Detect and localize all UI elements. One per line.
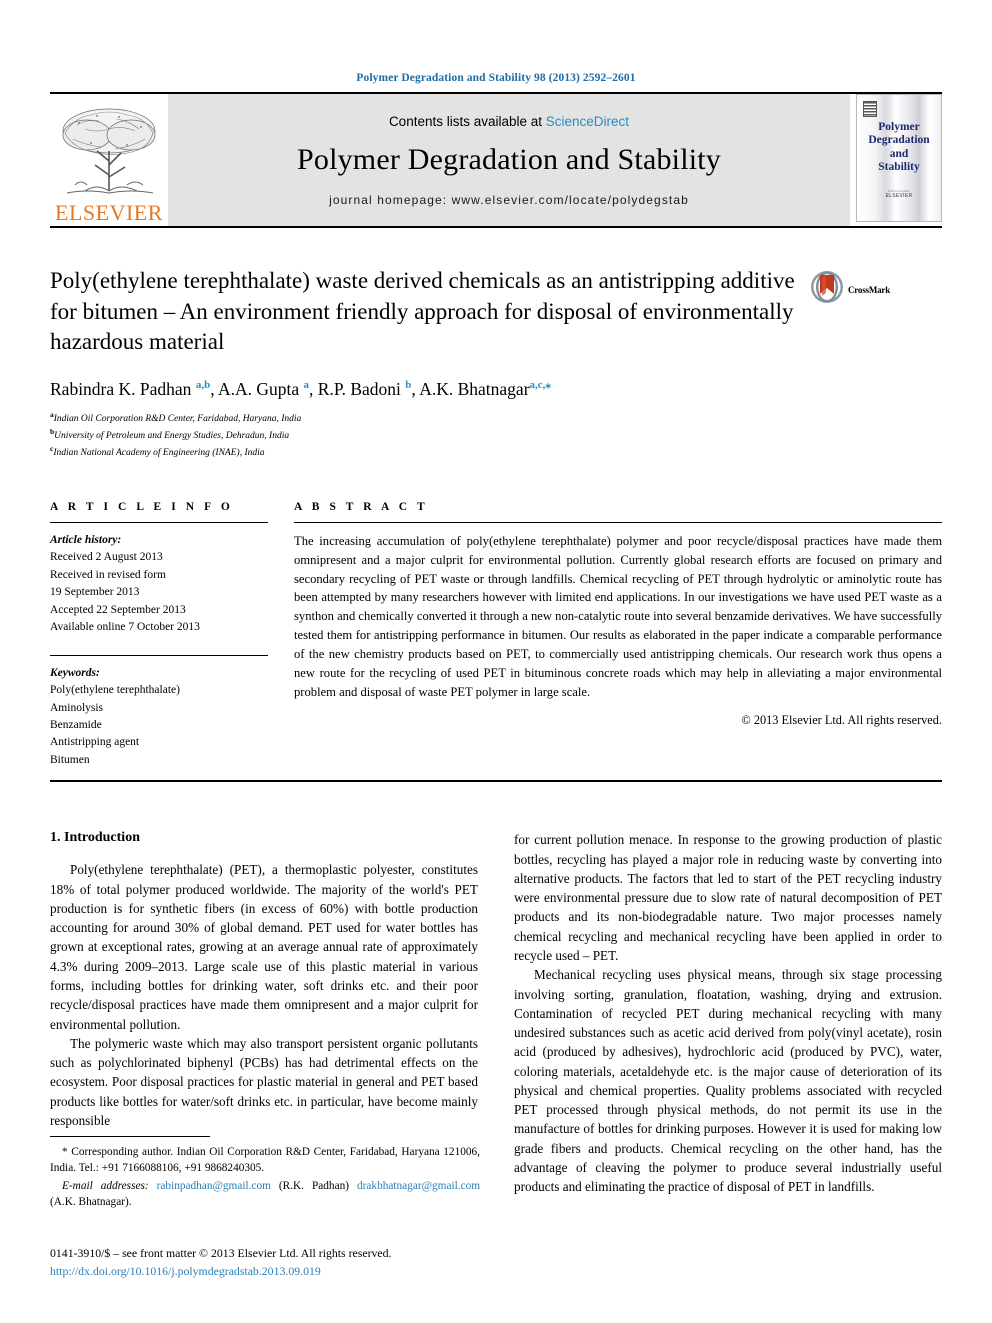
- affiliation-list: aIndian Oil Corporation R&D Center, Fari…: [50, 409, 942, 461]
- elsevier-wordmark: ELSEVIER: [55, 200, 163, 225]
- keywords-rule-top: [50, 654, 268, 656]
- cover-title-line-3: and: [889, 147, 909, 160]
- email-link-bhatnagar[interactable]: drakbhatnagar@gmail.com: [357, 1180, 480, 1192]
- abstract-copyright: © 2013 Elsevier Ltd. All rights reserved…: [741, 712, 942, 727]
- footnote-rule: [50, 1136, 210, 1137]
- affiliation-item: bUniversity of Petroleum and Energy Stud…: [50, 426, 290, 442]
- email-addresses-label: E-mail addresses:: [62, 1180, 149, 1193]
- abstract-heading: A B S T R A C T: [294, 500, 429, 513]
- article-page: Polymer Degradation and Stability 98 (20…: [0, 0, 992, 1323]
- body-column-right: for current pollution menace. In respons…: [514, 830, 942, 1196]
- history-line: Received in revised form: [50, 568, 166, 581]
- paragraph: Mechanical recycling uses physical means…: [514, 967, 942, 1195]
- crossmark-icon: [810, 270, 844, 309]
- title-row: Poly(ethylene terephthalate) waste deriv…: [50, 266, 942, 358]
- article-info-column: A R T I C L E I N F O Article history: R…: [50, 501, 294, 770]
- doi-link[interactable]: http://dx.doi.org/10.1016/j.polymdegrads…: [50, 1264, 321, 1278]
- info-abstract-row: A R T I C L E I N F O Article history: R…: [50, 501, 942, 770]
- journal-homepage-line[interactable]: journal homepage: www.elsevier.com/locat…: [329, 193, 689, 207]
- abstract-text: The increasing accumulation of poly(ethy…: [294, 533, 942, 699]
- abstract-bottom-rule: [50, 780, 942, 783]
- elsevier-logo: ELSEVIER: [50, 94, 168, 226]
- affiliation-item: aIndian Oil Corporation R&D Center, Fari…: [50, 409, 302, 424]
- journal-center-panel: Contents lists available at ScienceDirec…: [168, 94, 850, 226]
- cover-footer: Editor-in-Chief ELSEVIER: [857, 189, 941, 203]
- cover-title: Polymer Degradation and Stability: [857, 121, 941, 174]
- history-line: Available online 7 October 2013: [50, 621, 200, 634]
- corresponding-author-text: * Corresponding author. Indian Oil Corpo…: [50, 1146, 480, 1175]
- article-history-label: Article history:: [50, 533, 122, 546]
- keywords-label: Keywords:: [50, 666, 100, 679]
- journal-cover-thumbnail[interactable]: Polymer Degradation and Stability Editor…: [856, 94, 942, 222]
- article-info-heading: A R T I C L E I N F O: [50, 500, 234, 513]
- keywords-block: Keywords: Poly(ethylene terephthalate) A…: [50, 665, 268, 770]
- journal-masthead: ELSEVIER Contents lists available at Sci…: [50, 94, 942, 226]
- elsevier-tree-icon: [57, 105, 161, 201]
- cover-title-line-2: Degradation: [868, 134, 930, 147]
- cover-title-line-1: Polymer: [878, 121, 920, 133]
- keyword-item: Benzamide: [50, 719, 102, 731]
- paragraph: for current pollution menace. In respons…: [514, 832, 942, 963]
- section-heading-introduction: 1. Introduction: [50, 830, 140, 846]
- history-line: Accepted 22 September 2013: [50, 603, 186, 616]
- issn-line: 0141-3910/$ – see front matter © 2013 El…: [50, 1246, 392, 1260]
- journal-title: Polymer Degradation and Stability: [296, 142, 722, 176]
- contents-available-line: Contents lists available at ScienceDirec…: [389, 114, 629, 129]
- footnote-zone: * Corresponding author. Indian Oil Corpo…: [50, 1136, 480, 1210]
- cover-footer-rule: [857, 199, 941, 203]
- corresponding-author-note: * Corresponding author. Indian Oil Corpo…: [50, 1144, 480, 1176]
- article-info-rule: [50, 521, 268, 523]
- paragraph: The polymeric waste which may also trans…: [50, 1035, 478, 1128]
- email-owner-bhatnagar: (A.K. Bhatnagar).: [50, 1196, 132, 1209]
- keyword-item: Antistripping agent: [50, 736, 140, 749]
- crossmark-badge[interactable]: CrossMark: [810, 270, 890, 309]
- email-link-padhan[interactable]: rabinpadhan@gmail.com: [157, 1180, 271, 1192]
- crossmark-label: CrossMark: [848, 284, 891, 295]
- paragraph: Poly(ethylene terephthalate) (PET), a th…: [50, 862, 478, 1032]
- author-list: Rabindra K. Padhan a,b, A.A. Gupta a, R.…: [50, 378, 551, 399]
- abstract-column: A B S T R A C T The increasing accumulat…: [294, 501, 942, 770]
- contents-prefix-text: Contents lists available at: [388, 113, 546, 129]
- history-line: Received 2 August 2013: [50, 551, 163, 564]
- cover-title-line-4: Stability: [878, 160, 920, 173]
- affiliation-item: cIndian National Academy of Engineering …: [50, 444, 265, 459]
- abstract-rule: [294, 521, 942, 523]
- page-title: Poly(ethylene terephthalate) waste deriv…: [50, 268, 795, 355]
- keyword-item: Aminolysis: [50, 701, 104, 714]
- affiliation-marker: b: [50, 426, 55, 436]
- affiliation-marker: a: [50, 409, 54, 419]
- journal-cover-block: Polymer Degradation and Stability Editor…: [850, 94, 942, 226]
- history-line: 19 September 2013: [50, 586, 140, 599]
- keyword-item: Poly(ethylene terephthalate): [50, 684, 180, 697]
- header-rule-bottom: [50, 226, 942, 228]
- running-head: Polymer Degradation and Stability 98 (20…: [356, 72, 636, 84]
- sciencedirect-link[interactable]: ScienceDirect: [546, 114, 629, 129]
- email-owner-padhan: (R.K. Padhan): [278, 1180, 349, 1193]
- issn-doi-block: 0141-3910/$ – see front matter © 2013 El…: [50, 1245, 480, 1280]
- email-note: E-mail addresses: rabinpadhan@gmail.com …: [50, 1178, 480, 1210]
- affiliation-marker: c: [50, 444, 54, 454]
- cover-elsevier-icon: [863, 101, 877, 117]
- article-history-block: Article history: Received 2 August 2013 …: [50, 532, 268, 637]
- keyword-item: Bitumen: [50, 753, 90, 766]
